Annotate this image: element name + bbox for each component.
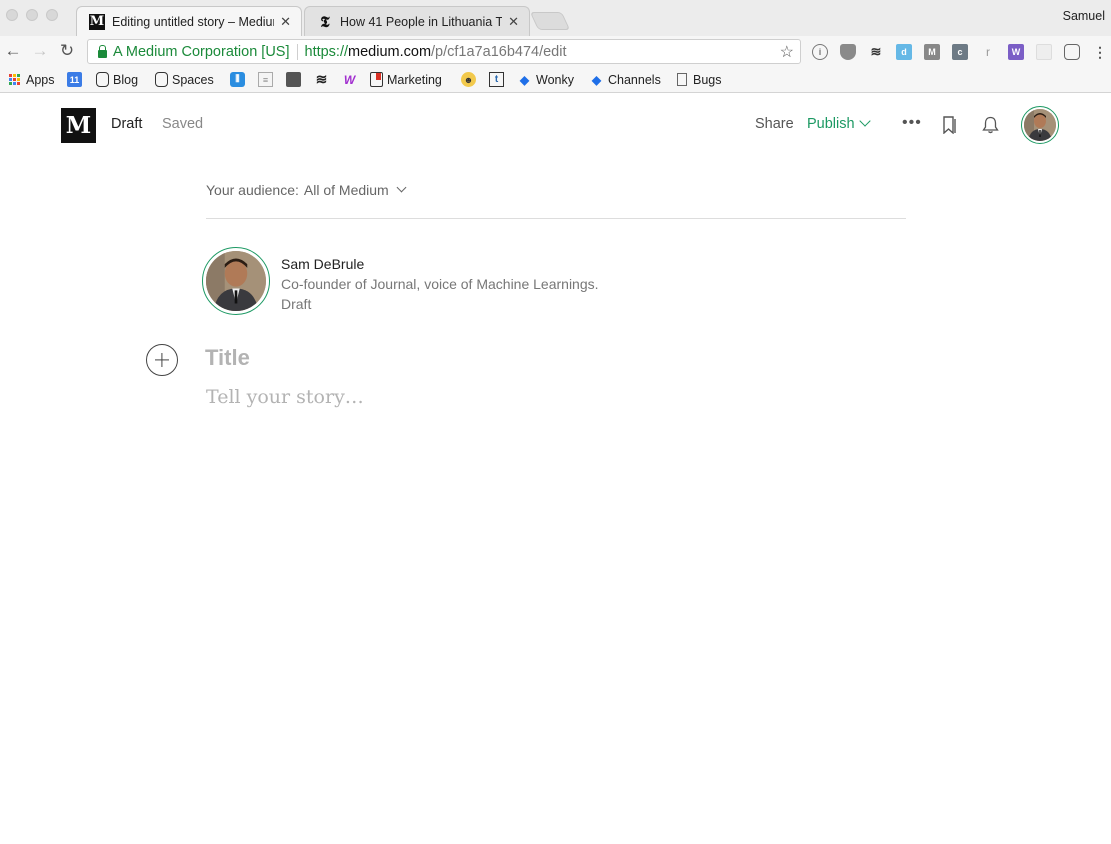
bookmark-channels[interactable]: ◆ Channels — [589, 71, 661, 88]
url-scheme: https:// — [304, 43, 349, 60]
buffer-icon: ≋ — [315, 71, 328, 87]
tab-close-icon[interactable]: ✕ — [508, 14, 519, 30]
author-status: Draft — [281, 296, 312, 312]
audience-selector[interactable]: Your audience: All of Medium — [206, 182, 407, 198]
url-host: medium.com — [348, 43, 432, 60]
draft-status: Draft — [111, 116, 143, 132]
divider — [206, 218, 906, 219]
bookmark-calendar[interactable]: 11 — [67, 71, 86, 88]
audience-value: All of Medium — [303, 182, 389, 198]
publish-button[interactable]: Publish — [807, 115, 871, 132]
buffer-extension-icon[interactable]: ≋ — [868, 44, 884, 60]
w-extension-icon[interactable]: W — [1008, 44, 1024, 60]
bookmark-w[interactable]: W — [342, 71, 361, 88]
chevron-down-icon — [396, 182, 407, 192]
window-zoom-icon[interactable] — [46, 9, 58, 21]
square-extension-icon[interactable] — [1064, 44, 1080, 60]
bookmark-t[interactable]: t — [489, 71, 508, 88]
user-avatar-button[interactable] — [1021, 106, 1059, 144]
intercom-icon: ⦀ — [230, 72, 245, 87]
browser-toolbar: ← → ↻ A Medium Corporation [US] https://… — [0, 36, 1111, 66]
bookmark-red-icon — [370, 72, 383, 87]
bookmark-document[interactable]: ≡ — [258, 71, 277, 88]
dropbox-icon: ◆ — [519, 72, 530, 87]
tab-title: How 41 People in Lithuania Took — [340, 14, 502, 29]
info-extension-icon[interactable]: i — [812, 44, 828, 60]
saved-status: Saved — [162, 116, 204, 132]
medium-logo[interactable]: M — [61, 108, 96, 143]
medium-extension-icon[interactable]: M — [924, 44, 940, 60]
bookmark-wonky[interactable]: ◆ Wonky — [517, 71, 574, 88]
browser-menu-icon[interactable]: ⋮ — [1092, 44, 1108, 60]
calendar-icon: 11 — [67, 72, 82, 87]
square-icon — [155, 72, 168, 87]
avatar — [206, 251, 266, 311]
security-label[interactable]: A Medium Corporation [US] — [113, 44, 290, 60]
bookmark-marketing[interactable]: Marketing — [370, 71, 442, 88]
browser-tab-medium[interactable]: M Editing untitled story – Medium ✕ — [76, 6, 302, 36]
title-field[interactable]: Title — [205, 345, 250, 371]
window-minimize-icon[interactable] — [26, 9, 38, 21]
publish-label: Publish — [807, 116, 855, 132]
omnibox-divider — [296, 43, 298, 60]
bookmark-mailchimp[interactable]: ☻ — [461, 71, 480, 88]
archive-icon — [286, 72, 301, 87]
bookmark-bugs[interactable]: Bugs — [677, 71, 722, 88]
window-close-icon[interactable] — [6, 9, 18, 21]
address-bar[interactable]: A Medium Corporation [US] https:// mediu… — [87, 39, 801, 64]
bookmark-blog[interactable]: Blog — [96, 71, 138, 88]
url-path: /p/cf1a7a16b474/edit — [431, 43, 567, 60]
share-button[interactable]: Share — [755, 116, 794, 132]
bookmark-archive[interactable] — [286, 71, 305, 88]
bookmark-spaces[interactable]: Spaces — [155, 71, 214, 88]
bookmark-buffer[interactable]: ≋ — [314, 71, 333, 88]
bookmark-star-icon[interactable]: ☆ — [780, 42, 794, 62]
author-bio: Co-founder of Journal, voice of Machine … — [281, 276, 599, 292]
avatar-portrait-icon — [1024, 109, 1056, 141]
digg-extension-icon[interactable]: d — [896, 44, 912, 60]
bookmark-apps[interactable]: Apps — [7, 71, 55, 88]
document-icon: ≡ — [258, 72, 273, 87]
nyt-favicon-icon: 𝕿 — [320, 12, 330, 31]
medium-favicon-icon: M — [89, 13, 105, 30]
ghost-extension-icon[interactable] — [1036, 44, 1052, 60]
apps-grid-icon — [7, 72, 22, 87]
browser-profile-name[interactable]: Samuel — [1063, 9, 1105, 23]
avatar — [1024, 109, 1056, 141]
bookmarks-bar: Apps 11 Blog Spaces ⦀ ≡ ≋ W Marketing ☻ … — [0, 66, 1111, 93]
browser-tab-nyt[interactable]: 𝕿 How 41 People in Lithuania Took ✕ — [304, 6, 530, 36]
r-extension-icon[interactable]: r — [980, 44, 996, 60]
lock-icon — [98, 44, 107, 58]
page-icon — [677, 73, 687, 86]
browser-tab-strip: M Editing untitled story – Medium ✕ 𝕿 Ho… — [0, 0, 1111, 36]
tab-title: Editing untitled story – Medium — [112, 14, 275, 29]
dropbox-icon: ◆ — [591, 72, 602, 87]
avatar-portrait-icon — [206, 251, 266, 311]
back-arrow-icon[interactable]: ← — [3, 41, 23, 61]
bookmarks-icon[interactable] — [942, 116, 958, 134]
audience-label: Your audience: — [206, 182, 299, 198]
notifications-bell-icon[interactable] — [982, 116, 999, 134]
forward-arrow-icon[interactable]: → — [30, 41, 50, 61]
add-media-button[interactable] — [146, 344, 178, 376]
pocket-extension-icon[interactable] — [840, 44, 856, 60]
author-name[interactable]: Sam DeBrule — [281, 256, 364, 272]
t-box-icon: t — [489, 72, 504, 87]
more-options-icon[interactable]: ••• — [902, 114, 922, 132]
story-body-field[interactable]: Tell your story… — [206, 386, 364, 408]
w-logo-icon: W — [343, 72, 356, 87]
reload-icon[interactable]: ↻ — [57, 41, 77, 61]
tab-close-icon[interactable]: ✕ — [280, 14, 291, 30]
mailchimp-icon: ☻ — [461, 72, 476, 87]
square-icon — [96, 72, 109, 87]
bookmark-intercom[interactable]: ⦀ — [230, 71, 249, 88]
new-tab-button[interactable] — [529, 12, 571, 30]
chevron-down-icon — [858, 115, 871, 127]
cb-extension-icon[interactable]: c — [952, 44, 968, 60]
author-avatar[interactable] — [202, 247, 270, 315]
